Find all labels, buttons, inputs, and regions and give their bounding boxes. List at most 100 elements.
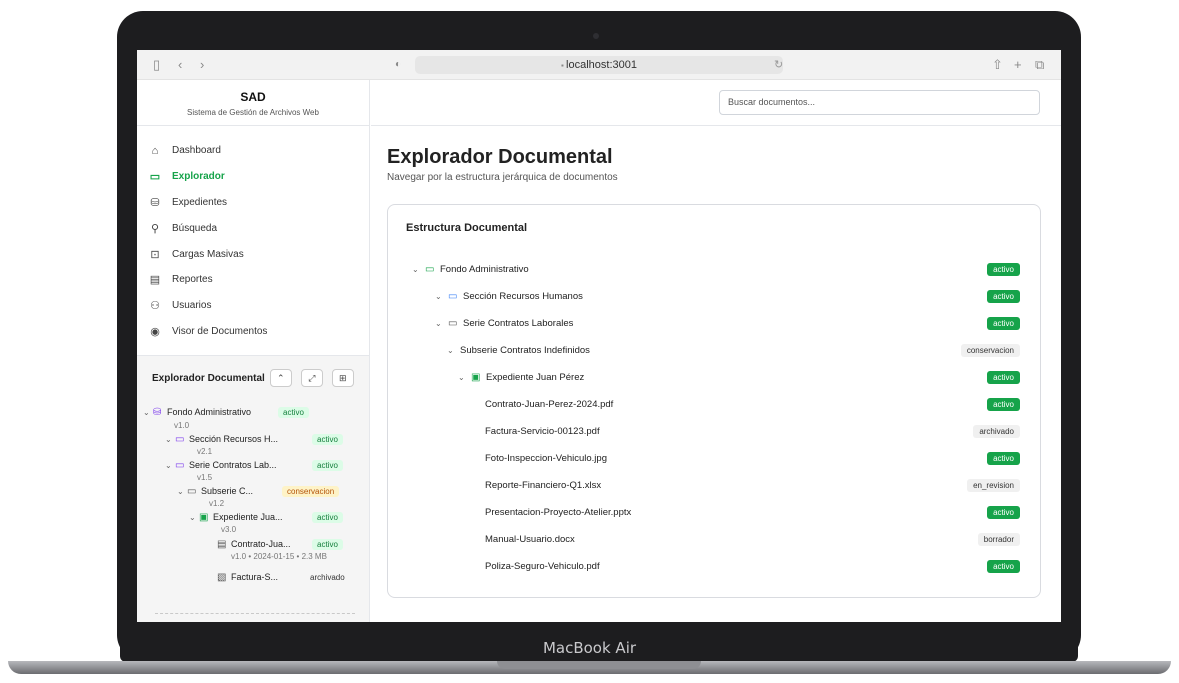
expand-panel-button[interactable]: ⤢	[300, 369, 323, 387]
maximize-icon: ⤢	[308, 373, 316, 383]
new-tab-icon[interactable]: +	[1014, 57, 1022, 73]
tree-row[interactable]: ⌄ ▣ Expediente Juan Pérez activo	[388, 368, 1042, 388]
share-icon[interactable]: ⇧	[992, 57, 1003, 73]
chevron-down-icon: ⌄	[177, 487, 184, 496]
tree-node-fondo[interactable]: ⌄ ⛁ Fondo Administrativo	[143, 407, 251, 418]
card-title: Estructura Documental	[406, 222, 528, 234]
sidebar-item-label: Dashboard	[172, 145, 221, 157]
tree-node-seccion[interactable]: ⌄ ▭ Sección Recursos H...	[165, 434, 278, 445]
tree-node-size: • 2.3 MB	[296, 552, 327, 561]
tabs-overview-icon[interactable]: ⧉	[1035, 57, 1044, 73]
tree-row[interactable]: ⌄ ▭ Serie Contratos Laborales activo	[388, 314, 1042, 334]
row-label: Poliza-Seguro-Vehiculo.pdf	[485, 561, 600, 572]
row-label: Sección Recursos Humanos	[463, 291, 583, 302]
chevron-up-icon: ⌃	[277, 373, 285, 383]
sidebar-item-reportes[interactable]: ▤ Reportes	[137, 267, 369, 293]
status-badge: activo	[987, 452, 1020, 465]
tree-row[interactable]: Foto-Inspeccion-Vehiculo.jpg activo	[388, 449, 1042, 469]
tree-row[interactable]: Presentacion-Proyecto-Atelier.pptx activ…	[388, 503, 1042, 523]
reload-icon[interactable]: ↻	[774, 56, 783, 74]
status-badge: activo	[312, 539, 343, 550]
tree-row[interactable]: Contrato-Juan-Perez-2024.pdf activo	[388, 395, 1042, 415]
tree-node-expediente[interactable]: ⌄ ▣ Expediente Jua...	[189, 512, 283, 523]
folder-icon: ▭	[149, 171, 161, 184]
status-badge: archivado	[973, 425, 1020, 438]
status-badge: borrador	[977, 533, 1020, 546]
upload-dropzone[interactable]	[155, 613, 355, 622]
tree-node-version: v1.5	[197, 473, 213, 482]
device-label: MacBook Air	[542, 639, 637, 657]
tree-node-label: Serie Contratos Lab...	[189, 460, 277, 470]
folder-open-icon: ▭	[175, 434, 185, 445]
sidebar-toggle-icon[interactable]: ▯	[153, 57, 160, 73]
file-icon: ▣	[471, 372, 481, 383]
privacy-shield-icon[interactable]: ◐	[395, 57, 401, 73]
tree-node-label: Contrato-Jua...	[231, 539, 291, 549]
sidebar-item-label: Expedientes	[172, 196, 228, 208]
chevron-down-icon: ⌄	[412, 265, 419, 274]
report-icon: ▤	[149, 274, 161, 287]
sidebar-item-label: Cargas Masivas	[172, 248, 244, 260]
search-input[interactable]: Buscar documentos...	[719, 90, 1040, 115]
row-label: Foto-Inspeccion-Vehiculo.jpg	[485, 453, 607, 464]
sidebar-item-explorador[interactable]: ▭ Explorador	[137, 164, 369, 190]
tree-node-serie[interactable]: ⌄ ▭ Serie Contratos Lab...	[165, 460, 277, 471]
app-name: SAD	[240, 90, 266, 104]
back-icon[interactable]: ‹	[178, 57, 182, 73]
tree-node-factura[interactable]: ▧ Factura-S...	[217, 572, 278, 583]
folder-icon: ▭	[448, 291, 458, 302]
row-label: Subserie Contratos Indefinidos	[460, 345, 590, 356]
tree-node-label: Expediente Jua...	[213, 512, 283, 522]
forward-icon[interactable]: ›	[200, 57, 204, 73]
tree-row[interactable]: Reporte-Financiero-Q1.xlsx en_revision	[388, 476, 1042, 496]
tree-row[interactable]: ⌄ Subserie Contratos Indefinidos conserva…	[388, 341, 1042, 361]
chevron-down-icon: ⌄	[447, 346, 454, 355]
status-badge: archivado	[310, 573, 345, 582]
sidebar-item-label: Usuarios	[172, 300, 212, 312]
sidebar-item-usuarios[interactable]: ⚇ Usuarios	[137, 293, 369, 319]
tree-node-version: v1.0	[174, 421, 190, 430]
status-badge: activo	[987, 398, 1020, 411]
sidebar-item-cargas-masivas[interactable]: ⊡ Cargas Masivas	[137, 241, 369, 267]
tree-row[interactable]: ⌄ ▭ Fondo Administrativo activo	[388, 260, 1042, 280]
laptop-base-notch	[497, 661, 701, 669]
tree-node-contrato[interactable]: ▤ Contrato-Jua...	[217, 539, 291, 550]
sidebar-item-dashboard[interactable]: ⌂ Dashboard	[137, 138, 369, 164]
tree-node-version: v1.2	[209, 499, 225, 508]
row-label: Manual-Usuario.docx	[485, 534, 575, 545]
tree-node-subserie[interactable]: ⌄ ▭ Subserie C...	[177, 486, 253, 497]
tree-panel-header: Explorador Documental ⌃ ⤢ ⊞	[137, 356, 369, 400]
status-badge: conservacion	[960, 344, 1020, 357]
collapse-all-button[interactable]: ⌃	[269, 369, 292, 387]
row-label: Contrato-Juan-Perez-2024.pdf	[485, 399, 614, 410]
url-bar[interactable]: ▪ localhost:3001	[415, 56, 783, 74]
file-icon: ▣	[199, 512, 209, 523]
sidebar-item-visor[interactable]: ◉ Visor de Documentos	[137, 319, 369, 345]
status-badge: conservacion	[282, 486, 340, 497]
database-icon: ⛁	[150, 196, 160, 209]
tree-row[interactable]: Manual-Usuario.docx borrador	[388, 530, 1042, 550]
sidebar-item-expedientes[interactable]: ⛁ Expedientes	[137, 190, 369, 216]
new-document-button[interactable]: ⊞	[331, 369, 354, 387]
folder-icon: ▭	[448, 318, 458, 329]
status-badge: activo	[987, 263, 1020, 276]
tree-panel-title: Explorador Documental	[152, 372, 265, 384]
status-badge: activo	[987, 506, 1020, 519]
chevron-down-icon: ⌄	[189, 513, 196, 522]
tree-row[interactable]: Factura-Servicio-00123.pdf archivado	[388, 422, 1042, 442]
upload-icon: ⊡	[150, 248, 160, 261]
tree-row[interactable]: Poliza-Seguro-Vehiculo.pdf activo	[388, 557, 1042, 577]
tree-node-version: v1.0	[231, 552, 247, 561]
tree-row[interactable]: ⌄ ▭ Sección Recursos Humanos activo	[388, 287, 1042, 307]
file-text-icon: ▤	[217, 539, 227, 550]
browser-toolbar: ▯ ‹ › ◐ ▪ localhost:3001 ↻ ⇧ + ⧉	[137, 50, 1061, 80]
row-label: Fondo Administrativo	[440, 264, 529, 275]
folder-icon: ▭	[175, 460, 185, 471]
sidebar: SAD Sistema de Gestión de Archivos Web ⌂…	[137, 80, 370, 622]
status-badge: activo	[312, 434, 343, 445]
tree-node-label: Factura-S...	[231, 572, 279, 582]
row-label: Reporte-Financiero-Q1.xlsx	[485, 480, 602, 491]
status-badge: activo	[278, 407, 309, 418]
sidebar-item-busqueda[interactable]: ⚲ Búsqueda	[137, 215, 369, 241]
sidebar-item-label: Explorador	[172, 171, 225, 183]
